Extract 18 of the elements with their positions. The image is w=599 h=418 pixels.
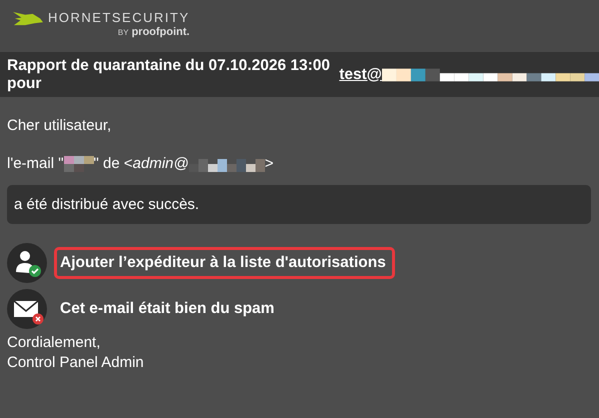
redacted-drawing [64, 156, 94, 172]
signature-line: Cordialement, [7, 333, 102, 353]
mail-suffix: > [264, 155, 274, 173]
action-link[interactable]: Ajouter l’expéditeur à la liste d'autorisations [54, 247, 395, 279]
envelope-x-icon[interactable] [7, 289, 47, 329]
by-label: BY [118, 27, 129, 39]
recipient-link[interactable]: test@ [339, 66, 382, 84]
mail-from-text: " de <admin@ [94, 155, 189, 173]
user-check-icon[interactable] [7, 243, 47, 283]
report-title: Rapport de quarantaine du 07.10.2026 13:00 pour [7, 56, 332, 92]
hornet-logo-icon [12, 11, 44, 26]
brand-name: HORNETSECURITY [48, 10, 190, 25]
action-link[interactable]: Cet e-mail était bien du spam [54, 293, 284, 325]
status-text: a été distribué avec succès. [14, 196, 200, 213]
greeting-text: Cher utilisateur, [7, 117, 112, 135]
partner-name: proofpoint. [132, 25, 190, 39]
signature-line: Control Panel Admin [7, 353, 145, 373]
mail-prefix: l'e-mail " [7, 155, 64, 173]
